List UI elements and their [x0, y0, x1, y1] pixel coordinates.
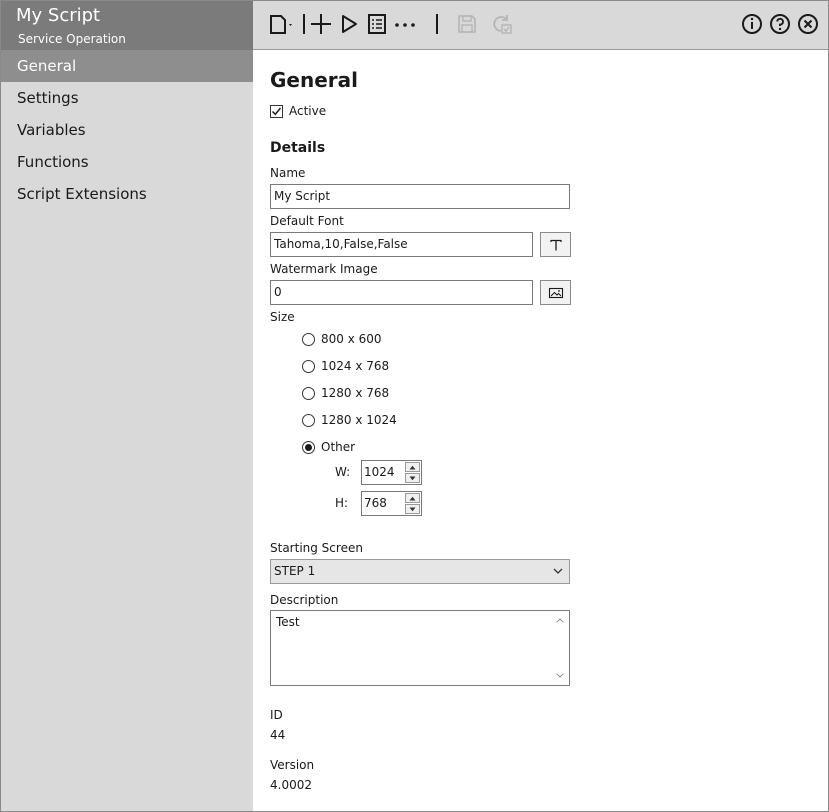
width-decrement-button[interactable] — [405, 473, 420, 483]
width-increment-button[interactable] — [405, 462, 420, 472]
size-option-other[interactable]: Other — [302, 440, 355, 454]
size-option-label: 1024 x 768 — [321, 359, 390, 373]
help-icon — [768, 12, 792, 36]
chevron-down-icon — [553, 568, 563, 574]
window-title: My Script — [16, 5, 101, 26]
size-label: Size — [270, 310, 295, 324]
height-stepper[interactable]: 768 — [361, 491, 422, 516]
default-font-label: Default Font — [270, 214, 344, 228]
close-icon — [796, 12, 820, 36]
new-document-icon — [267, 12, 297, 36]
description-text: Test — [276, 615, 300, 629]
version-label: Version — [270, 758, 315, 772]
save-icon — [455, 12, 479, 36]
size-option-1024x768[interactable]: 1024 x 768 — [302, 359, 389, 373]
radio-button[interactable] — [302, 359, 315, 373]
sidebar-item-script-extensions[interactable]: Script Extensions — [1, 178, 253, 210]
check-icon — [271, 107, 282, 115]
chevron-up-icon — [409, 496, 416, 500]
title-block: My Script Service Operation — [1, 1, 253, 50]
list-button[interactable] — [365, 12, 389, 36]
id-value: 44 — [270, 728, 286, 742]
close-button[interactable] — [796, 12, 820, 36]
scroll-up-icon — [556, 618, 564, 623]
default-font-input[interactable]: Tahoma,10,False,False — [270, 232, 533, 257]
info-icon — [740, 12, 764, 36]
starting-screen-select[interactable]: STEP 1 — [270, 559, 570, 584]
radio-button[interactable] — [302, 386, 315, 400]
width-stepper[interactable]: 1024 — [361, 460, 422, 485]
new-document-button[interactable] — [267, 12, 297, 36]
height-increment-button[interactable] — [405, 493, 420, 503]
window-subtitle: Service Operation — [18, 32, 126, 46]
image-icon — [548, 287, 563, 298]
size-option-1280x1024[interactable]: 1280 x 1024 — [302, 413, 397, 427]
run-button[interactable] — [337, 12, 361, 36]
scroll-down-icon — [556, 673, 564, 678]
refresh-check-icon — [489, 12, 513, 36]
active-checkbox-row[interactable]: Active — [270, 104, 326, 118]
width-label: W: — [335, 465, 351, 479]
sidebar-item-functions[interactable]: Functions — [1, 146, 253, 178]
details-heading: Details — [270, 140, 326, 156]
add-icon — [309, 12, 333, 36]
description-textarea[interactable]: Test — [270, 610, 570, 686]
watermark-input[interactable]: 0 — [270, 280, 533, 305]
name-label: Name — [270, 166, 306, 180]
sidebar-item-general[interactable]: General — [1, 50, 253, 82]
font-picker-button[interactable] — [540, 232, 571, 257]
size-option-label: 1280 x 768 — [321, 386, 390, 400]
general-panel: General Active Details Name My Script De… — [253, 51, 828, 811]
height-decrement-button[interactable] — [405, 504, 420, 514]
info-button[interactable] — [740, 12, 764, 36]
radio-button[interactable] — [302, 413, 315, 427]
more-button[interactable] — [393, 12, 417, 36]
width-value: 1024 — [364, 465, 395, 479]
sidebar-item-settings[interactable]: Settings — [1, 82, 253, 114]
version-value: 4.0002 — [270, 778, 312, 792]
image-picker-button[interactable] — [540, 280, 571, 305]
size-option-1280x768[interactable]: 1280 x 768 — [302, 386, 389, 400]
radio-button-selected[interactable] — [302, 440, 315, 454]
description-scrollbar[interactable] — [552, 612, 568, 684]
size-option-800x600[interactable]: 800 x 600 — [302, 332, 382, 346]
toolbar-separator — [436, 14, 438, 34]
size-option-label: 800 x 600 — [321, 332, 382, 346]
active-checkbox[interactable] — [270, 104, 283, 118]
size-option-label: Other — [321, 440, 356, 454]
size-option-label: 1280 x 1024 — [321, 413, 397, 427]
refresh-button[interactable] — [489, 12, 513, 36]
play-icon — [337, 12, 361, 36]
sidebar-item-variables[interactable]: Variables — [1, 114, 253, 146]
chevron-down-icon — [409, 476, 416, 480]
id-label: ID — [270, 708, 283, 722]
starting-screen-label: Starting Screen — [270, 541, 363, 555]
save-button[interactable] — [455, 12, 479, 36]
watermark-label: Watermark Image — [270, 262, 378, 276]
chevron-up-icon — [409, 465, 416, 469]
chevron-down-icon — [409, 507, 416, 511]
name-input[interactable]: My Script — [270, 184, 570, 209]
add-button[interactable] — [309, 12, 333, 36]
sidebar: General Settings Variables Functions Scr… — [1, 50, 253, 811]
radio-button[interactable] — [302, 332, 315, 346]
toolbar — [253, 1, 828, 50]
help-button[interactable] — [768, 12, 792, 36]
script-editor-window: My Script Service Operation General Sett… — [0, 0, 829, 812]
page-title: General — [270, 68, 358, 92]
active-label: Active — [289, 104, 327, 118]
height-label: H: — [335, 496, 349, 510]
more-icon — [393, 12, 417, 36]
list-icon — [365, 12, 389, 36]
starting-screen-value: STEP 1 — [274, 564, 316, 578]
toolbar-separator — [303, 14, 305, 34]
description-label: Description — [270, 593, 339, 607]
height-value: 768 — [364, 496, 387, 510]
text-format-icon — [549, 239, 562, 250]
